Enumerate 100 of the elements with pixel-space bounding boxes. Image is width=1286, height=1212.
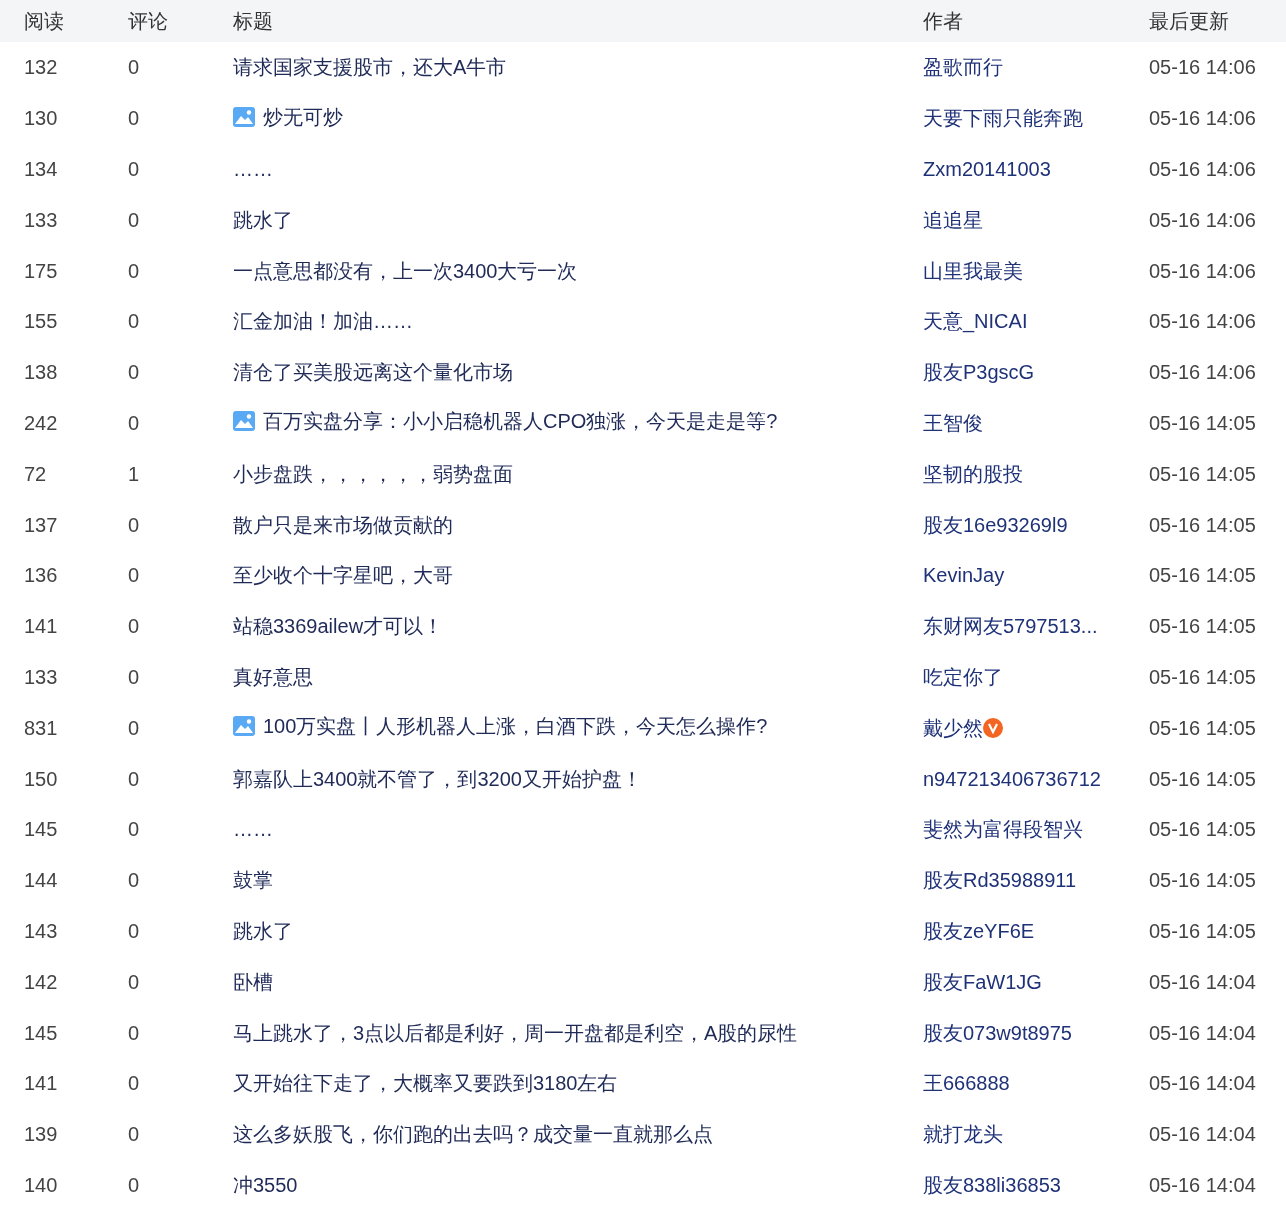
post-title-link[interactable]: 冲3550	[233, 1169, 298, 1200]
comment-count: 0	[128, 767, 140, 790]
read-count: 133	[24, 665, 58, 688]
post-title-link[interactable]: 一点意思都没有，上一次3400大亏一次	[233, 255, 578, 286]
column-header: 作者	[923, 10, 963, 32]
post-title-link[interactable]: 这么多妖股飞，你们跑的出去吗？成交量一直就那么点	[233, 1119, 713, 1150]
comment-count: 0	[128, 665, 140, 688]
post-title-link[interactable]: 鼓掌	[233, 865, 273, 896]
author-link[interactable]: 股友P3gscG	[923, 357, 1035, 388]
update-time: 05-16 14:05	[1149, 513, 1256, 536]
read-count: 139	[24, 1123, 58, 1146]
post-title-link[interactable]: 跳水了	[233, 915, 293, 946]
author-link[interactable]: 王666888	[923, 1068, 1010, 1099]
update-time: 05-16 14:05	[1149, 564, 1256, 587]
update-time: 05-16 14:06	[1149, 107, 1256, 130]
update-time: 05-16 14:04	[1149, 1123, 1256, 1146]
read-count: 141	[24, 1072, 58, 1095]
read-count: 142	[24, 970, 58, 993]
author-link[interactable]: KevinJay	[923, 560, 1005, 591]
post-title-link[interactable]: 炒无可炒	[233, 101, 343, 132]
author-link[interactable]: 天意_NICAI	[923, 306, 1028, 337]
post-title-link[interactable]: 散户只是来市场做贡献的	[233, 509, 453, 540]
comment-count: 0	[128, 208, 140, 231]
post-title-link[interactable]: 又开始往下走了，大概率又要跌到3180左右	[233, 1068, 618, 1099]
read-count: 150	[24, 767, 58, 790]
author-link[interactable]: 吃定你了	[923, 661, 1003, 692]
comment-count: 0	[128, 869, 140, 892]
read-count: 134	[24, 158, 58, 180]
author-link[interactable]: 股友Rd35988911	[923, 865, 1077, 896]
update-time: 05-16 14:04	[1149, 970, 1256, 993]
read-count: 175	[24, 259, 58, 282]
author-link[interactable]: Zxm20141003	[923, 154, 1051, 184]
column-header: 评论	[128, 10, 168, 32]
author-link[interactable]: 斐然为富得段智兴	[923, 814, 1083, 845]
update-time: 05-16 14:05	[1149, 615, 1256, 638]
comment-count: 0	[128, 310, 140, 333]
read-count: 242	[24, 411, 58, 434]
post-title-link[interactable]: 站稳3369ailew才可以！	[233, 611, 444, 642]
author-link[interactable]: 东财网友5797513...	[923, 611, 1098, 642]
author-link[interactable]: 股友FaW1JG	[923, 966, 1042, 997]
author-link[interactable]: 股友16e93269l9	[923, 509, 1068, 540]
author-link[interactable]: 就打龙头	[923, 1119, 1003, 1150]
read-count: 143	[24, 919, 58, 942]
update-time: 05-16 14:05	[1149, 818, 1256, 841]
comment-count: 0	[128, 970, 140, 993]
update-time: 05-16 14:05	[1149, 767, 1256, 790]
author-link[interactable]: 天要下雨只能奔跑	[923, 103, 1083, 134]
post-title-link[interactable]: 卧槽	[233, 966, 273, 997]
update-time: 05-16 14:06	[1149, 259, 1256, 282]
update-time: 05-16 14:04	[1149, 1173, 1256, 1196]
update-time: 05-16 14:06	[1149, 56, 1256, 79]
comment-count: 0	[128, 259, 140, 282]
comment-count: 0	[128, 716, 140, 739]
post-title-link[interactable]: ……	[233, 814, 273, 845]
comment-count: 0	[128, 56, 140, 79]
author-link[interactable]: 股友073w9t8975	[923, 1017, 1072, 1048]
comment-count: 0	[128, 1173, 140, 1196]
author-link[interactable]: 戴少然	[923, 712, 983, 743]
read-count: 133	[24, 208, 58, 231]
post-title-link[interactable]: 真好意思	[233, 661, 313, 692]
post-title-link[interactable]: 清仓了买美股远离这个量化市场	[233, 357, 513, 388]
column-header: 阅读	[24, 10, 64, 32]
comment-count: 1	[128, 462, 140, 485]
author-link[interactable]: 追追星	[923, 204, 983, 235]
read-count: 130	[24, 107, 58, 130]
comment-count: 0	[128, 107, 140, 130]
author-link[interactable]: 坚韧的股投	[923, 458, 1023, 489]
post-title-link[interactable]: 跳水了	[233, 204, 293, 235]
update-time: 05-16 14:06	[1149, 310, 1256, 333]
post-title-link[interactable]: 百万实盘分享：小小启稳机器人CPO独涨，今天是走是等?	[233, 406, 778, 437]
comment-count: 0	[128, 1072, 140, 1095]
update-time: 05-16 14:05	[1149, 665, 1256, 688]
post-title-link[interactable]: 至少收个十字星吧，大哥	[233, 560, 453, 591]
update-time: 05-16 14:05	[1149, 919, 1256, 942]
post-title-link[interactable]: 汇金加油！加油……	[233, 306, 413, 337]
author-link[interactable]: 股友838li36853	[923, 1169, 1061, 1200]
read-count: 145	[24, 1021, 58, 1044]
author-link[interactable]: 盈歌而行	[923, 52, 1003, 83]
read-count: 132	[24, 56, 58, 79]
read-count: 136	[24, 564, 58, 587]
post-title-link[interactable]: 小步盘跌，，，，，，弱势盘面	[233, 458, 513, 489]
author-link[interactable]: 王智俊	[923, 407, 983, 438]
author-link[interactable]: 山里我最美	[923, 255, 1023, 286]
read-count: 145	[24, 818, 58, 841]
post-title-link[interactable]: 100万实盘丨人形机器人上涨，白酒下跌，今天怎么操作?	[233, 711, 768, 742]
author-link[interactable]: 股友zeYF6E	[923, 915, 1035, 946]
read-count: 137	[24, 513, 58, 536]
post-title-link[interactable]: 请求国家支援股市，还大A牛市	[233, 52, 507, 83]
post-title-link[interactable]: 郭嘉队上3400就不管了，到3200又开始护盘！	[233, 763, 642, 794]
read-count: 831	[24, 716, 58, 739]
comment-count: 0	[128, 564, 140, 587]
comment-count: 0	[128, 1021, 140, 1044]
post-title-link[interactable]: ……	[233, 154, 273, 184]
update-time: 05-16 14:04	[1149, 1072, 1256, 1095]
update-time: 05-16 14:06	[1149, 361, 1256, 384]
comment-count: 0	[128, 919, 140, 942]
comment-count: 0	[128, 513, 140, 536]
column-header: 最后更新	[1149, 10, 1229, 32]
author-link[interactable]: n947213406736712	[923, 763, 1101, 794]
post-title-link[interactable]: 马上跳水了，3点以后都是利好，周一开盘都是利空，A股的尿性	[233, 1017, 798, 1048]
